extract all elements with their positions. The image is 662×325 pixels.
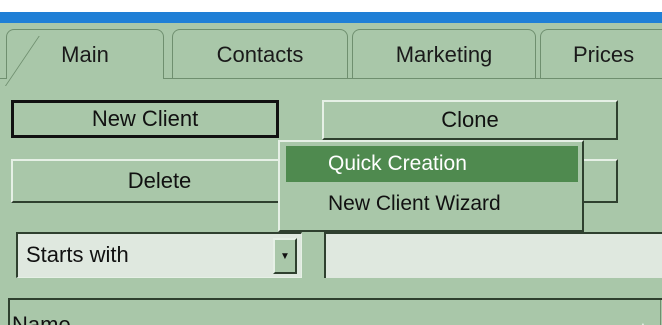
delete-button[interactable]: Delete — [11, 159, 308, 203]
clone-label: Clone — [441, 107, 499, 132]
search-mode-value: Starts with — [26, 242, 129, 267]
clone-button[interactable]: Clone — [322, 100, 618, 140]
triangle-up-icon[interactable]: ▲ — [636, 318, 650, 325]
chevron-down-icon: ▼ — [280, 250, 290, 262]
search-input[interactable] — [324, 232, 662, 278]
tab-prices[interactable]: Prices — [540, 29, 662, 79]
menu-item-quick-creation[interactable]: Quick Creation — [286, 146, 578, 182]
tab-marketing-label: Marketing — [395, 41, 493, 67]
delete-label: Delete — [127, 168, 192, 193]
menu-item-quick-creation-label: Quick Creation — [328, 152, 467, 175]
title-bar — [0, 12, 662, 23]
tab-contacts-label: Contacts — [216, 41, 304, 67]
list-header: Name ▲ — [8, 298, 662, 325]
menu-item-new-client-wizard-label: New Client Wizard — [328, 192, 501, 215]
tab-marketing[interactable]: Marketing — [352, 29, 536, 79]
column-header-name[interactable]: Name — [12, 312, 71, 325]
new-client-button[interactable]: New Client — [11, 100, 279, 138]
new-client-menu: Quick Creation New Client Wizard — [278, 140, 584, 232]
menu-item-new-client-wizard[interactable]: New Client Wizard — [286, 186, 578, 222]
window-top-edge — [0, 0, 662, 12]
dropdown-arrow-button[interactable]: ▼ — [273, 238, 297, 274]
column-separator[interactable] — [660, 300, 661, 325]
new-client-label: New Client — [91, 106, 199, 131]
tab-main[interactable]: Main — [5, 29, 164, 86]
tab-main-slant — [5, 36, 69, 86]
tab-strip: Main Contacts Marketing Prices — [0, 23, 662, 86]
tab-main-label: Main — [61, 41, 109, 67]
search-mode-select[interactable]: Starts with ▼ — [16, 232, 302, 278]
tab-contacts[interactable]: Contacts — [172, 29, 348, 79]
tab-prices-label: Prices — [573, 41, 635, 67]
